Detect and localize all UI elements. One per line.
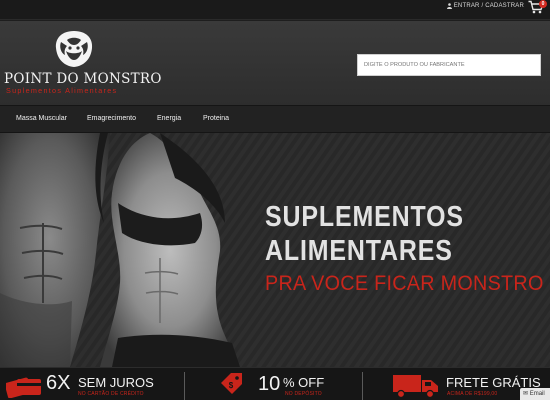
search-input[interactable]: [357, 54, 541, 76]
delivery-truck-icon: [393, 375, 438, 399]
email-tab-label: Email: [529, 391, 545, 397]
site-header: POINT DO MONSTRO Suplementos Alimentares: [0, 21, 550, 105]
benefit-discount-number: 10: [258, 373, 281, 395]
cart-count-badge: 0: [539, 0, 547, 8]
email-tab[interactable]: ✉ Email: [520, 388, 550, 400]
login-label: ENTRAR / CADASTRAR: [453, 3, 524, 9]
monster-logo-icon[interactable]: [53, 29, 95, 69]
svg-text:$: $: [229, 381, 234, 390]
nav-item-proteina[interactable]: Proteina: [203, 115, 229, 122]
benefit-discount-text: % OFF: [283, 375, 325, 390]
hero-title-line-1: SUPLEMENTOS: [265, 201, 464, 233]
benefit-installments-number: 6X: [46, 372, 71, 394]
hero-title: SUPLEMENTOS ALIMENTARES: [265, 200, 464, 268]
benefit-free-shipping-note: ACIMA DE R$199,00: [447, 391, 498, 397]
hero-title-line-2: ALIMENTARES: [265, 235, 453, 267]
hero-banner[interactable]: SUPLEMENTOS ALIMENTARES PRA VOCE FICAR M…: [0, 133, 550, 367]
benefit-discount-note: NO DEPÓSITO: [285, 391, 322, 397]
top-bar: ENTRAR / CADASTRAR 0: [0, 0, 550, 20]
credit-card-icon: [6, 377, 41, 398]
price-tag-icon: $: [221, 373, 242, 394]
email-icon: ✉: [523, 391, 529, 397]
hero-subtitle: PRA VOCE FICAR MONSTRO: [265, 271, 544, 295]
nav-item-energia[interactable]: Energia: [157, 115, 181, 122]
nav-item-emagrecimento[interactable]: Emagrecimento: [87, 115, 136, 122]
brand-tagline: Suplementos Alimentares: [6, 86, 118, 95]
user-icon: [446, 3, 452, 9]
main-navigation: Massa Muscular Emagrecimento Energia Pro…: [0, 105, 550, 133]
brand-name[interactable]: POINT DO MONSTRO: [4, 71, 162, 87]
login-link[interactable]: ENTRAR / CADASTRAR: [446, 3, 524, 9]
benefits-bar: 6X SEM JUROS NO CARTÃO DE CRÉDITO $ 10 %…: [0, 367, 550, 400]
benefit-installments-note: NO CARTÃO DE CRÉDITO: [78, 391, 144, 397]
benefit-discount: $ 10 % OFF NO DEPÓSITO: [185, 368, 363, 400]
nav-item-massa-muscular[interactable]: Massa Muscular: [16, 115, 67, 122]
benefit-installments: 6X SEM JUROS NO CARTÃO DE CRÉDITO: [0, 368, 185, 400]
benefit-installments-text: SEM JUROS: [78, 375, 154, 390]
